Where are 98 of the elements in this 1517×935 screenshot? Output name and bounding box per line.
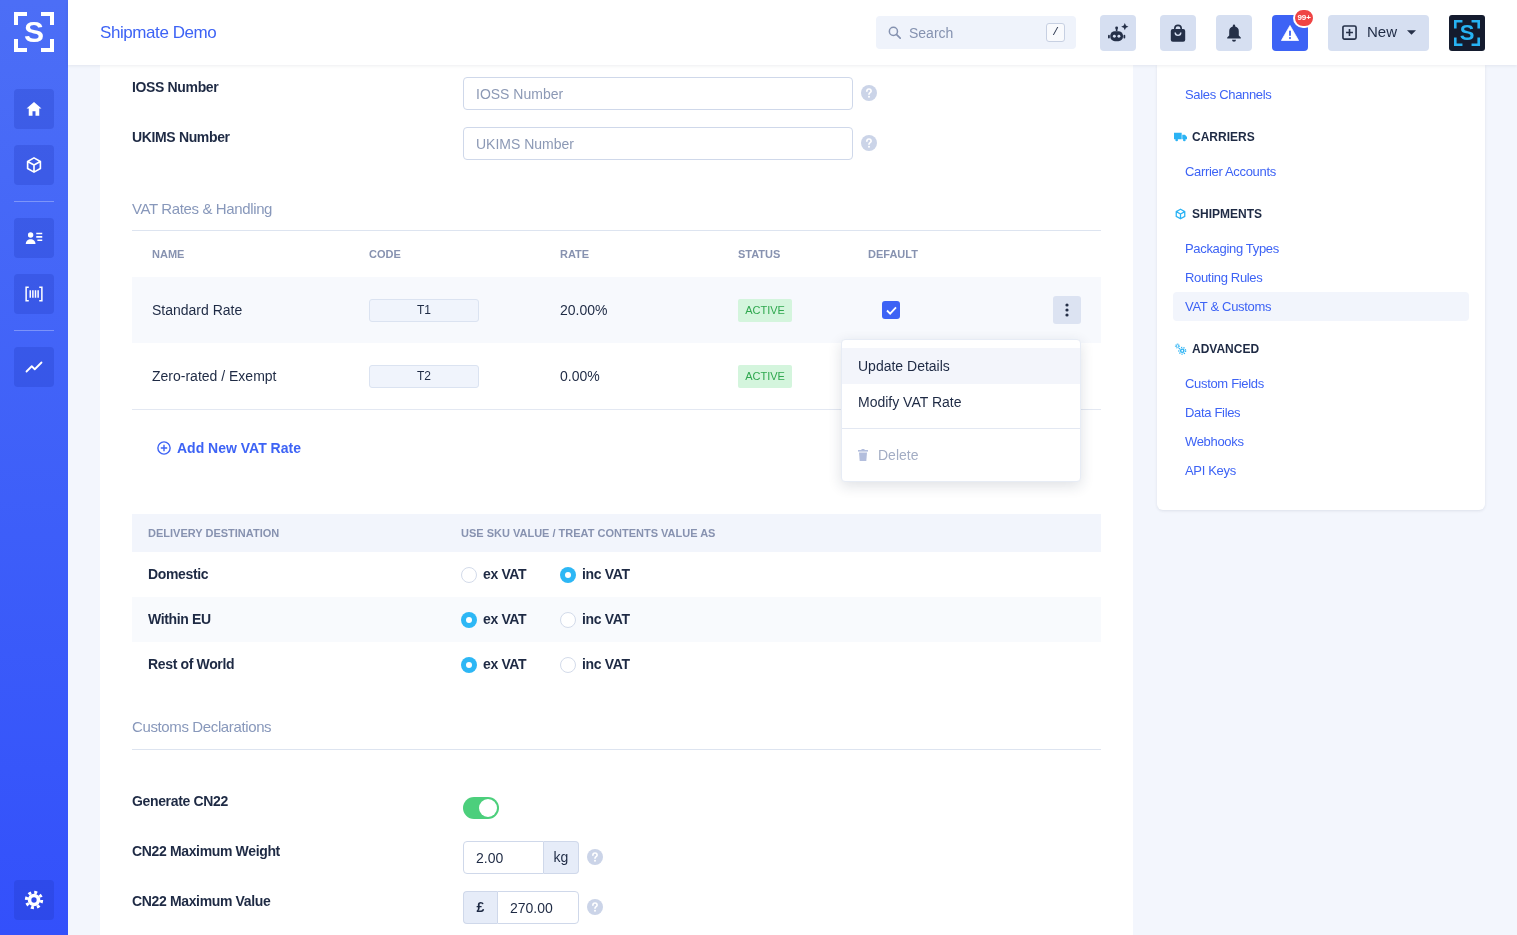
nav-button[interactable]	[14, 274, 54, 314]
radio-button[interactable]	[560, 566, 576, 583]
home-icon	[25, 100, 43, 118]
plus-square-icon	[1342, 25, 1357, 40]
column-header: NAME	[152, 246, 185, 262]
plus-circle-icon	[157, 441, 171, 455]
logo[interactable]: S	[14, 12, 54, 52]
assistant-button[interactable]	[1100, 14, 1136, 51]
settings-icon	[24, 890, 44, 910]
radio-button[interactable]	[461, 566, 477, 583]
kebab-menu-icon	[1065, 303, 1069, 317]
field-label: UKIMS Number	[132, 128, 230, 147]
help-icon	[861, 135, 877, 151]
table-cell-text: Domestic	[148, 565, 209, 584]
text-input[interactable]: IOSS Number	[463, 77, 853, 110]
orders-button[interactable]	[1160, 14, 1196, 51]
table-cell-text: Rest of World	[148, 655, 235, 674]
nav-link[interactable]: Custom Fields	[1173, 369, 1469, 398]
warning-icon	[1281, 24, 1299, 41]
column-header: STATUS	[738, 246, 781, 262]
radio-button[interactable]	[461, 656, 477, 673]
help-icon	[587, 899, 603, 915]
trash-icon	[858, 449, 868, 461]
field-label: CN22 Maximum Weight	[132, 842, 280, 861]
radio-label: inc VAT	[582, 655, 630, 674]
column-header: DELIVERY DESTINATION	[148, 525, 280, 541]
field-label: IOSS Number	[132, 78, 219, 97]
nav-link[interactable]: Sales Channels	[1173, 80, 1469, 109]
nav-link[interactable]: Webhooks	[1173, 427, 1469, 456]
unit-label: kg	[544, 841, 579, 874]
status-badge: ACTIVE	[738, 298, 792, 322]
shopping-bag-icon	[1170, 23, 1186, 42]
status-badge: ACTIVE	[738, 364, 792, 388]
table-cell-text: 20.00%	[560, 300, 608, 320]
nav-button[interactable]	[14, 89, 54, 129]
add-link[interactable]: Add New VAT Rate	[157, 438, 301, 458]
radio-button[interactable]	[560, 611, 576, 628]
field-label: Generate CN22	[132, 792, 228, 811]
nav-button[interactable]	[14, 145, 54, 185]
text-input[interactable]: UKIMS Number	[463, 127, 853, 160]
radio-label: inc VAT	[582, 610, 630, 629]
app-title: Shipmate Demo	[100, 21, 217, 44]
code-tag: T2	[369, 364, 479, 388]
table-cell-text: Within EU	[148, 610, 211, 629]
account-logo[interactable]: S	[1449, 14, 1485, 51]
bell-icon	[1226, 23, 1242, 42]
nav-link[interactable]: Data Files	[1173, 398, 1469, 427]
help-icon	[587, 849, 603, 865]
cube-icon	[25, 156, 43, 174]
nav-link[interactable]: Routing Rules	[1173, 263, 1469, 292]
cube-icon	[1174, 208, 1187, 220]
nav-link[interactable]: Packaging Types	[1173, 234, 1469, 263]
contact-list-icon	[25, 229, 43, 247]
section-title: VAT Rates & Handling	[132, 199, 273, 219]
column-header: RATE	[560, 246, 590, 262]
radio-button[interactable]	[461, 611, 477, 628]
radio-label: ex VAT	[483, 610, 527, 629]
column-header: DEFAULT	[868, 246, 918, 262]
truck-icon	[1174, 131, 1187, 143]
menu-item[interactable]: Update Details	[842, 348, 1080, 384]
radio-label: inc VAT	[582, 565, 630, 584]
column-header: USE SKU VALUE / TREAT CONTENTS VALUE AS	[461, 525, 716, 541]
checkbox[interactable]	[882, 301, 900, 319]
number-input[interactable]: 2.00	[463, 841, 544, 874]
help-icon	[861, 85, 877, 101]
section-heading: SHIPMENTS	[1192, 206, 1262, 223]
notifications-button[interactable]	[1216, 14, 1252, 51]
table-cell-text: Zero-rated / Exempt	[152, 366, 277, 386]
section-title: Customs Declarations	[132, 717, 272, 737]
caret-down-icon	[1407, 30, 1416, 35]
settings-button[interactable]	[14, 880, 54, 920]
nav-link[interactable]: Carrier Accounts	[1173, 157, 1469, 186]
unit-label: £	[463, 891, 497, 924]
field-label: CN22 Maximum Value	[132, 892, 271, 911]
robot-sparkle-icon	[1107, 22, 1129, 43]
nav-button[interactable]	[14, 347, 54, 387]
gears-icon	[1174, 343, 1187, 355]
new-button[interactable]: New	[1328, 14, 1429, 51]
search-icon	[888, 26, 901, 39]
notification-badge: 99+	[1293, 7, 1315, 28]
nav-button[interactable]	[14, 218, 54, 258]
checkmark-icon	[885, 305, 897, 315]
number-input[interactable]: 270.00	[497, 891, 579, 924]
nav-link[interactable]: API Keys	[1173, 456, 1469, 485]
section-heading: ADVANCED	[1192, 341, 1260, 358]
radio-label: ex VAT	[483, 565, 527, 584]
section-heading: CARRIERS	[1192, 129, 1255, 146]
toggle-switch[interactable]	[463, 797, 499, 819]
shortcut-key: /	[1046, 23, 1065, 42]
table-cell-text: 0.00%	[560, 366, 600, 386]
barcode-scan-icon	[25, 285, 43, 303]
code-tag: T1	[369, 298, 479, 322]
radio-button[interactable]	[560, 656, 576, 673]
nav-link[interactable]: VAT & Customs	[1173, 292, 1469, 321]
menu-item[interactable]: Modify VAT Rate	[842, 384, 1080, 420]
column-header: CODE	[369, 246, 401, 262]
radio-label: ex VAT	[483, 655, 527, 674]
table-cell-text: Standard Rate	[152, 300, 243, 320]
